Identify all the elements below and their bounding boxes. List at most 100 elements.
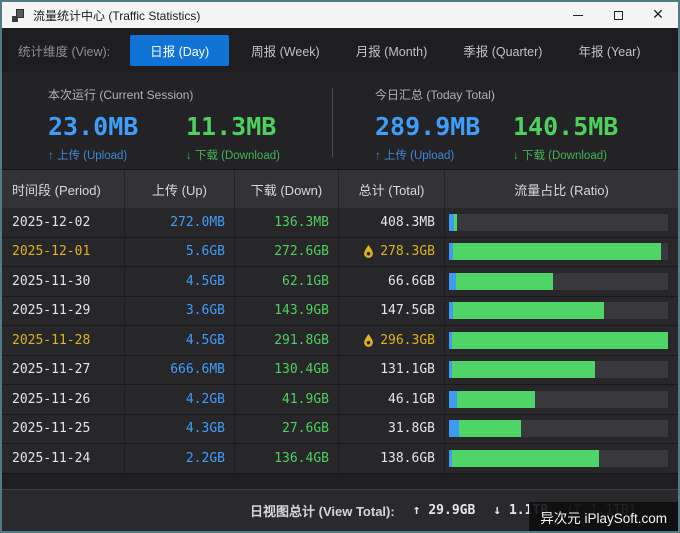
today-download-stat: 140.5MB ↓ 下载 (Download) xyxy=(513,112,651,163)
total-cell: 138.6GB xyxy=(339,444,445,473)
ratio-bar-download xyxy=(457,391,536,408)
today-total-title: 今日汇总 (Today Total) xyxy=(375,86,678,103)
ratio-bar-track xyxy=(449,391,668,408)
download-cell: 136.4GB xyxy=(235,444,339,473)
download-cell: 291.8GB xyxy=(235,326,339,355)
ratio-bar-upload xyxy=(449,273,456,290)
session-download-value: 11.3MB xyxy=(186,112,324,141)
today-total-section: 今日汇总 (Today Total) 289.9MB ↑ 上传 (Upload)… xyxy=(333,72,678,169)
upload-cell: 4.5GB xyxy=(125,326,235,355)
session-upload-label: ↑ 上传 (Upload) xyxy=(48,147,186,163)
table-row: 2025-11-293.6GB143.9GB147.5GB xyxy=(2,297,678,327)
ratio-bar-download xyxy=(456,273,553,290)
ratio-bar-track xyxy=(449,450,668,467)
total-cell: 278.3GB xyxy=(339,238,445,267)
period-cell: 2025-11-29 xyxy=(2,297,125,326)
view-tab-week[interactable]: 周报 (Week) xyxy=(237,35,334,66)
total-cell: 408.3MB xyxy=(339,208,445,237)
ratio-cell xyxy=(445,238,678,267)
ratio-bar-upload xyxy=(449,391,457,408)
table-header-row: 时间段 (Period)上传 (Up)下载 (Down)总计 (Total)流量… xyxy=(2,170,678,208)
period-cell: 2025-11-28 xyxy=(2,326,125,355)
table-footer-gap xyxy=(2,474,678,490)
view-tab-month[interactable]: 月报 (Month) xyxy=(342,35,442,66)
total-cell: 31.8GB xyxy=(339,415,445,444)
total-cell: 131.1GB xyxy=(339,356,445,385)
today-upload-stat: 289.9MB ↑ 上传 (Upload) xyxy=(375,112,513,163)
ratio-cell xyxy=(445,444,678,473)
ratio-bar-track xyxy=(449,243,668,260)
ratio-cell xyxy=(445,297,678,326)
download-cell: 41.9GB xyxy=(235,385,339,414)
download-cell: 62.1GB xyxy=(235,267,339,296)
column-header-4: 流量占比 (Ratio) xyxy=(445,170,678,208)
ratio-cell xyxy=(445,356,678,385)
table-row: 2025-11-242.2GB136.4GB138.6GB xyxy=(2,444,678,474)
ratio-bar-track xyxy=(449,420,668,437)
period-cell: 2025-11-27 xyxy=(2,356,125,385)
period-cell: 2025-12-02 xyxy=(2,208,125,237)
download-cell: 136.3MB xyxy=(235,208,339,237)
today-upload-value: 289.9MB xyxy=(375,112,513,141)
total-cell: 296.3GB xyxy=(339,326,445,355)
view-total-upload: ↑ 29.9GB xyxy=(413,503,476,518)
ratio-bar-download xyxy=(452,450,598,467)
table-row: 2025-11-264.2GB41.9GB46.1GB xyxy=(2,385,678,415)
ratio-bar-download xyxy=(453,302,604,319)
hot-droplet-icon xyxy=(363,334,374,347)
column-header-1: 上传 (Up) xyxy=(125,170,235,208)
period-cell: 2025-11-30 xyxy=(2,267,125,296)
maximize-icon xyxy=(614,11,623,20)
ratio-bar-track xyxy=(449,214,668,231)
view-tabs: 日报 (Day) 周报 (Week) 月报 (Month)季报 (Quarter) 年… xyxy=(130,35,654,66)
upload-cell: 666.6MB xyxy=(125,356,235,385)
view-tab-quarter[interactable]: 季报 (Quarter) xyxy=(449,35,556,66)
upload-cell: 4.3GB xyxy=(125,415,235,444)
minimize-button[interactable] xyxy=(558,2,598,28)
summary-panel: 本次运行 (Current Session) 23.0MB ↑ 上传 (Uplo… xyxy=(2,72,678,170)
view-total-label: 日视图总计 (View Total): xyxy=(250,501,395,520)
ratio-cell xyxy=(445,385,678,414)
ratio-bar-download xyxy=(452,361,594,378)
ratio-bar-download xyxy=(453,243,661,260)
app-icon xyxy=(12,9,25,22)
period-cell: 2025-12-01 xyxy=(2,238,125,267)
download-cell: 27.6GB xyxy=(235,415,339,444)
upload-cell: 2.2GB xyxy=(125,444,235,473)
hot-droplet-icon xyxy=(363,245,374,258)
view-tab-year[interactable]: 年报 (Year) xyxy=(564,35,654,66)
session-upload-value: 23.0MB xyxy=(48,112,186,141)
column-header-3: 总计 (Total) xyxy=(339,170,445,208)
today-download-label: ↓ 下载 (Download) xyxy=(513,147,651,163)
ratio-bar-download xyxy=(452,332,668,349)
download-cell: 130.4GB xyxy=(235,356,339,385)
ratio-bar-track xyxy=(449,361,668,378)
title-bar: 流量统计中心 (Traffic Statistics) ✕ xyxy=(2,2,678,28)
session-download-label: ↓ 下载 (Download) xyxy=(186,147,324,163)
ratio-cell xyxy=(445,267,678,296)
window-title: 流量统计中心 (Traffic Statistics) xyxy=(33,7,200,24)
view-tab-day[interactable]: 日报 (Day) xyxy=(130,35,229,66)
session-upload-stat: 23.0MB ↑ 上传 (Upload) xyxy=(48,112,186,163)
window-controls: ✕ xyxy=(558,2,678,28)
watermark: 异次元 iPlaySoft.com xyxy=(529,502,678,531)
session-download-stat: 11.3MB ↓ 下载 (Download) xyxy=(186,112,324,163)
table-row: 2025-11-27666.6MB130.4GB131.1GB xyxy=(2,356,678,386)
traffic-table: 时间段 (Period)上传 (Up)下载 (Down)总计 (Total)流量… xyxy=(2,170,678,474)
ratio-bar-track xyxy=(449,302,668,319)
close-button[interactable]: ✕ xyxy=(638,2,678,28)
period-cell: 2025-11-25 xyxy=(2,415,125,444)
upload-cell: 4.5GB xyxy=(125,267,235,296)
minimize-icon xyxy=(573,15,583,16)
ratio-cell xyxy=(445,208,678,237)
total-cell: 46.1GB xyxy=(339,385,445,414)
current-session-title: 本次运行 (Current Session) xyxy=(48,86,332,103)
period-cell: 2025-11-24 xyxy=(2,444,125,473)
ratio-cell xyxy=(445,415,678,444)
ratio-bar-track xyxy=(449,332,668,349)
maximize-button[interactable] xyxy=(598,2,638,28)
ratio-bar-download xyxy=(454,214,457,231)
view-selector: 统计维度 (View): 日报 (Day)周报 (Week)月报 (Month)… xyxy=(2,28,678,72)
total-cell: 66.6GB xyxy=(339,267,445,296)
close-icon: ✕ xyxy=(652,8,664,22)
